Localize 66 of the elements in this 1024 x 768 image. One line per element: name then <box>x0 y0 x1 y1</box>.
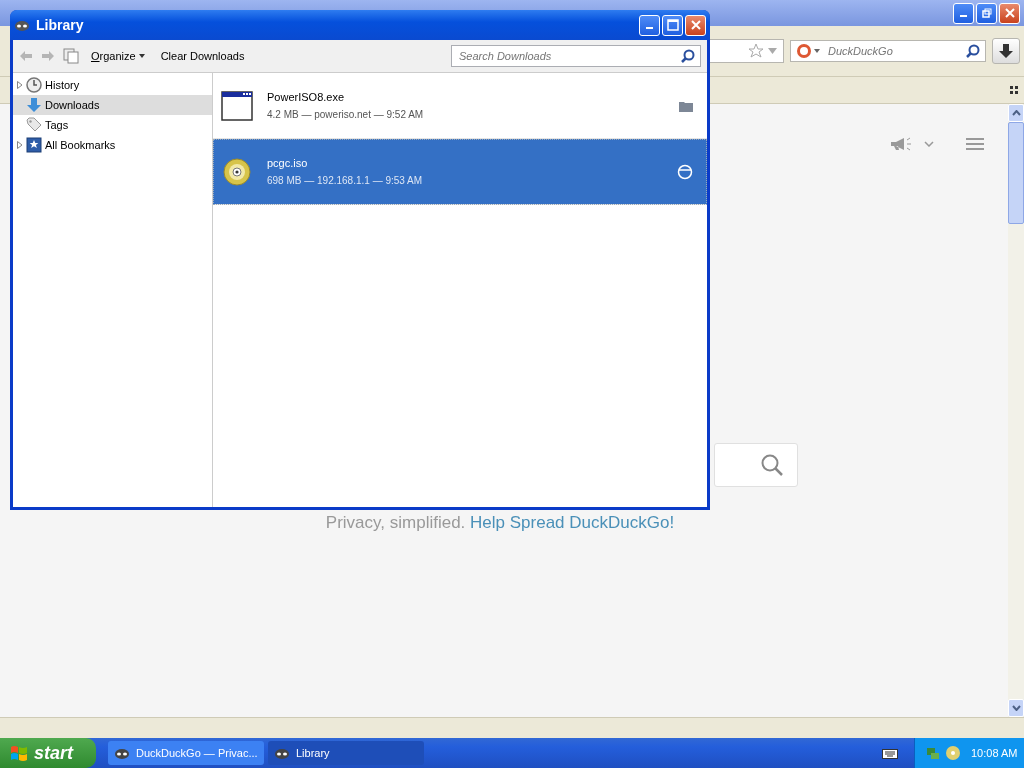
keyboard-icon[interactable] <box>882 747 898 759</box>
clear-downloads-button[interactable]: Clear Downloads <box>156 48 249 64</box>
raccoon-icon <box>114 746 130 760</box>
file-details: 4.2 MB — poweriso.net — 9:52 AM <box>267 109 425 120</box>
folder-icon[interactable] <box>679 99 693 112</box>
maximize-icon <box>666 19 679 31</box>
search-icon[interactable] <box>761 454 783 476</box>
caret-icon <box>138 54 145 58</box>
pages-icon <box>63 48 79 64</box>
search-field[interactable]: Search Downloads <box>451 45 701 67</box>
download-arrow-icon <box>26 97 42 113</box>
taskbar-button[interactable]: DuckDuckGo — Privac... <box>108 741 264 765</box>
clock-icon <box>26 77 42 93</box>
maximize-button[interactable] <box>662 14 683 36</box>
close-icon <box>1004 8 1015 18</box>
minimize-button[interactable] <box>639 14 660 36</box>
dropdown-arrow-icon[interactable] <box>768 48 777 54</box>
restore-icon <box>981 8 992 18</box>
address-bar[interactable] <box>707 39 784 63</box>
close-button[interactable] <box>685 14 706 36</box>
sidebar-item[interactable]: Tags <box>13 115 212 135</box>
file-name: PowerISO8.exe <box>267 91 346 103</box>
scroll-thumb[interactable] <box>1008 122 1024 224</box>
scroll-up-icon[interactable] <box>1011 110 1021 116</box>
scroll-down-icon[interactable] <box>1011 705 1021 711</box>
start-button[interactable]: start <box>0 738 96 768</box>
search-icon[interactable] <box>681 49 695 63</box>
sidebar-item[interactable]: Downloads <box>13 95 212 115</box>
download-button[interactable] <box>992 38 1020 64</box>
file-name: pcgc.iso <box>267 157 309 169</box>
raccoon-icon <box>14 18 30 32</box>
close-icon <box>690 20 701 30</box>
sidebar-item[interactable]: History <box>13 75 212 95</box>
program-window-icon <box>221 90 253 121</box>
sidebar-item[interactable]: All Bookmarks <box>13 135 212 155</box>
chevron-down-icon[interactable] <box>924 141 934 147</box>
search-input[interactable]: DuckDuckGo <box>826 44 962 58</box>
clock: 10:08 AM <box>971 747 1018 759</box>
expand-arrow-icon[interactable] <box>17 81 23 89</box>
search-field[interactable]: DuckDuckGo <box>790 40 986 62</box>
menu-icon[interactable] <box>966 137 984 151</box>
download-item[interactable]: pcgc.iso 698 MB — 192.168.1.1 — 9:53 AM <box>213 139 707 205</box>
search-icon[interactable] <box>966 44 980 58</box>
bookmark-star-icon[interactable] <box>748 43 764 59</box>
windows-flag-icon <box>10 744 28 762</box>
organize-menu[interactable]: Organize <box>87 48 149 64</box>
file-details: 698 MB — 192.168.1.1 — 9:53 AM <box>267 175 424 186</box>
overflow-icon[interactable] <box>1010 86 1018 94</box>
download-arrow-icon <box>998 43 1014 59</box>
minimize-icon <box>960 15 967 17</box>
disc-icon[interactable] <box>945 745 961 761</box>
disc-icon <box>221 156 253 187</box>
expand-arrow-icon[interactable] <box>17 141 23 149</box>
search-input[interactable]: Search Downloads <box>457 49 681 63</box>
taskbar-button[interactable]: Library <box>268 741 424 765</box>
search-engine-icon[interactable] <box>796 43 822 59</box>
minimize-button[interactable] <box>953 2 974 24</box>
raccoon-icon <box>274 746 290 760</box>
tagline: Privacy, simplified. Help Spread DuckDuckGo! <box>325 513 675 533</box>
tag-icon <box>26 117 42 133</box>
bookmarks-icon <box>26 137 42 153</box>
open-file-icon[interactable] <box>677 163 693 180</box>
close-button[interactable] <box>999 2 1020 24</box>
window-title: Library <box>36 17 85 33</box>
restore-button[interactable] <box>976 2 997 24</box>
scrollbar[interactable] <box>1008 104 1024 717</box>
